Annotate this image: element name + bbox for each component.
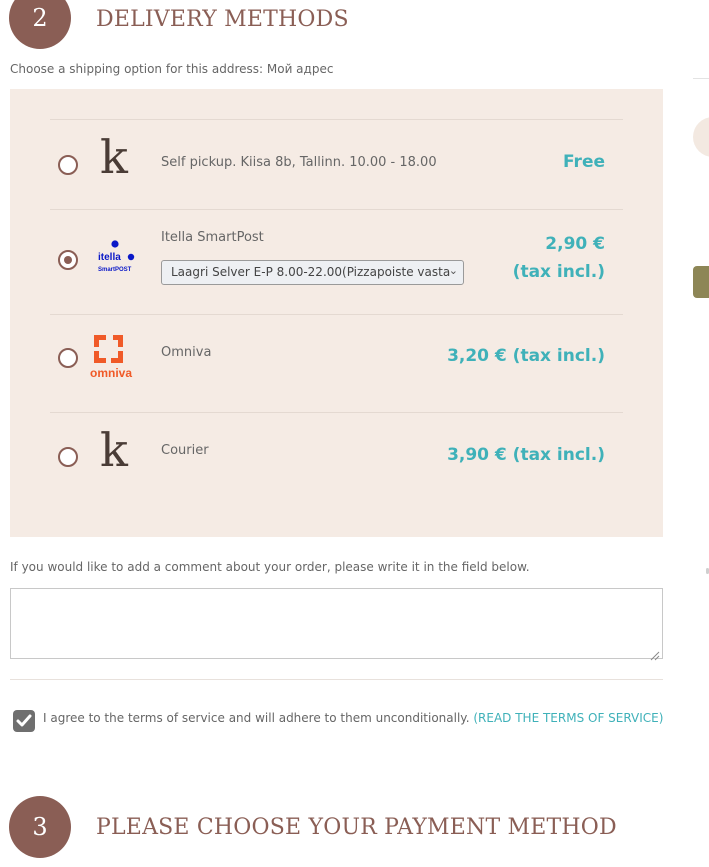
delivery-option-omniva[interactable]: omniva Omniva 3,20 € (tax incl.) [50, 314, 623, 413]
delivery-option-self-pickup[interactable]: k Self pickup. Kiisa 8b, Tallinn. 10.00 … [50, 119, 623, 210]
self-pickup-price: Free [563, 152, 605, 172]
step-number: 2 [32, 4, 48, 32]
terms-checkbox[interactable] [13, 710, 35, 732]
courier-price: 3,90 € (tax incl.) [447, 445, 605, 465]
omniva-logo-text: omniva [90, 366, 132, 380]
courier-label: Courier [161, 443, 209, 458]
order-comment-textarea[interactable] [10, 588, 663, 661]
section-divider [10, 679, 663, 680]
chevron-down-icon: ⌄ [448, 264, 458, 277]
step-2-badge: 2 [9, 0, 71, 49]
terms-text: I agree to the terms of service and will… [43, 711, 663, 725]
itella-price-tax: (tax incl.) [512, 262, 605, 282]
itella-label: Itella SmartPost [161, 230, 264, 245]
shipping-subtitle: Choose a shipping option for this addres… [10, 62, 334, 76]
self-pickup-label: Self pickup. Kiisa 8b, Tallinn. 10.00 - … [161, 155, 437, 170]
step-number: 3 [32, 813, 48, 841]
itella-price: 2,90 € (tax incl.) [513, 230, 605, 286]
delivery-methods-panel: k Self pickup. Kiisa 8b, Tallinn. 10.00 … [10, 89, 663, 537]
courier-radio[interactable] [58, 447, 78, 467]
check-icon [16, 714, 32, 727]
itella-radio[interactable] [58, 250, 78, 270]
omniva-logo-icon: omniva [89, 331, 143, 381]
sidebar-circle [693, 117, 709, 157]
delivery-methods-title: DELIVERY METHODS [96, 7, 349, 32]
itella-logo-text: itella [98, 252, 121, 263]
k-logo-icon: k [100, 130, 128, 184]
terms-agreement-text: I agree to the terms of service and will… [43, 711, 470, 725]
omniva-radio[interactable] [58, 348, 78, 368]
step-3-badge: 3 [9, 796, 71, 858]
itella-smartpost-logo-icon: itella SmartPOST [97, 238, 137, 278]
sidebar-divider [693, 78, 709, 79]
parcel-machine-select[interactable]: Laagri Selver E-P 8.00-22.00(Pizzapoiste… [161, 260, 464, 285]
comment-label: If you would like to add a comment about… [10, 560, 530, 574]
omniva-price: 3,20 € (tax incl.) [447, 346, 605, 366]
read-terms-link[interactable]: (READ THE TERMS OF SERVICE) [473, 711, 663, 725]
product-thumbnail [693, 266, 709, 298]
parcel-machine-value: Laagri Selver E-P 8.00-22.00(Pizzapoiste… [171, 265, 451, 279]
smartpost-logo-text: SmartPOST [98, 267, 132, 273]
omniva-label: Omniva [161, 345, 212, 360]
itella-price-amount: 2,90 € [545, 234, 605, 254]
payment-method-title: PLEASE CHOOSE YOUR PAYMENT METHOD [96, 815, 617, 840]
delivery-option-courier[interactable]: k Courier 3,90 € (tax incl.) [50, 412, 623, 508]
resize-handle-icon[interactable] [650, 646, 660, 661]
k-logo-icon: k [100, 423, 128, 477]
delivery-option-itella[interactable]: itella SmartPOST Itella SmartPost Laagri… [50, 209, 623, 315]
self-pickup-radio[interactable] [58, 155, 78, 175]
